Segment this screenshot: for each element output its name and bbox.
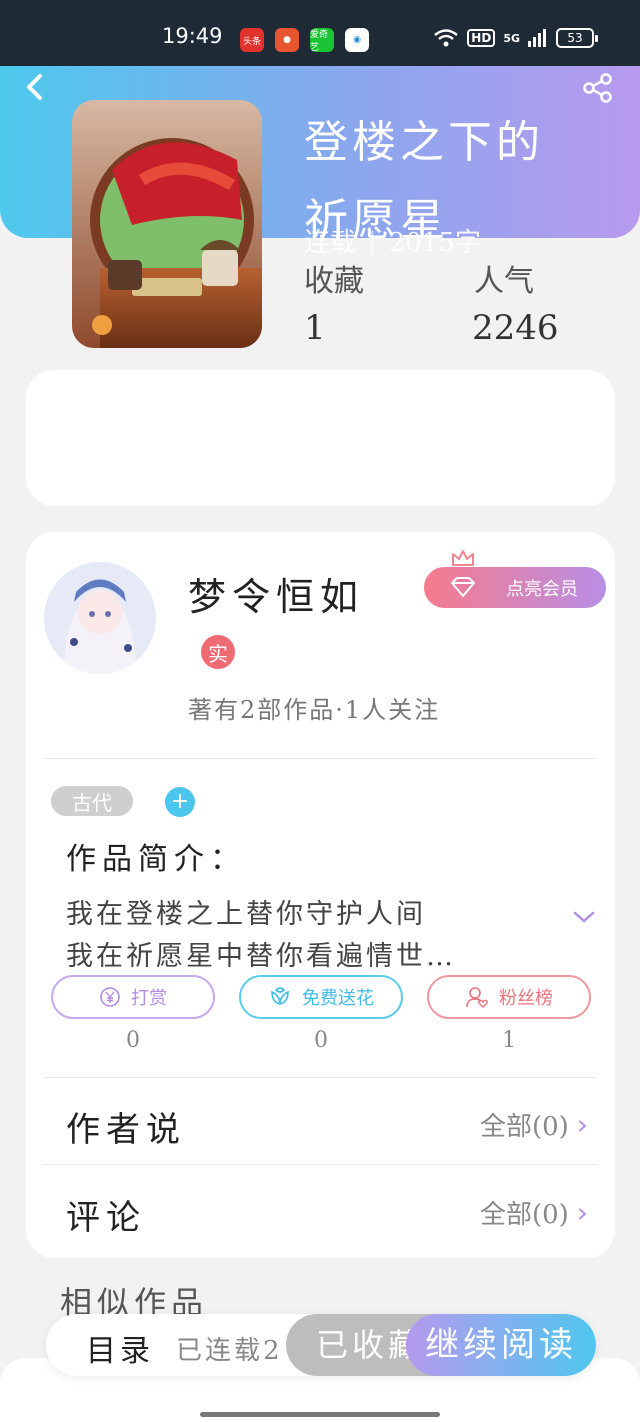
comments-title: 评论 xyxy=(66,1198,146,1238)
yen-icon xyxy=(100,987,120,1007)
tip-button[interactable]: 打赏 xyxy=(51,975,215,1019)
fans-count: 1 xyxy=(502,1028,516,1053)
plus-icon: + xyxy=(170,789,190,814)
author-name[interactable]: 梦令恒如 xyxy=(188,566,364,621)
fans-rank-button-label: 粉丝榜 xyxy=(499,988,553,1009)
divider xyxy=(44,758,596,759)
status-time: 19:49 xyxy=(162,24,223,48)
chevron-right-icon: › xyxy=(576,1108,588,1141)
empty-card xyxy=(26,370,615,506)
signal-icon xyxy=(528,29,546,47)
book-word-count: 2015字 xyxy=(388,228,481,258)
comments-all-link[interactable]: 全部(0) › xyxy=(480,1194,588,1231)
send-flower-button[interactable]: 免费送花 xyxy=(239,975,403,1019)
back-button[interactable] xyxy=(22,70,52,104)
comments-all-label: 全部(0) xyxy=(479,1200,569,1230)
meta-separator: | xyxy=(368,228,377,258)
flower-count: 0 xyxy=(314,1028,328,1053)
real-name-badge: 实 xyxy=(201,635,235,669)
news-app-icon: ● xyxy=(275,28,299,52)
popularity-label: 人气 xyxy=(474,264,534,299)
battery-icon: 53 xyxy=(556,28,598,48)
hd-icon: HD xyxy=(467,29,496,47)
bottom-action-bar: 目录 已连载2 已收藏 继续阅读 xyxy=(46,1314,596,1376)
popularity-value: 2246 xyxy=(472,308,559,348)
fans-rank-button[interactable]: 粉丝榜 xyxy=(427,975,591,1019)
toc-button[interactable]: 目录 xyxy=(86,1326,154,1370)
vip-button[interactable]: 点亮会员 xyxy=(424,567,606,608)
share-icon xyxy=(583,73,612,103)
author-says-all-label: 全部(0) xyxy=(479,1112,569,1142)
signal-5g-label: 5G xyxy=(503,31,520,45)
author-avatar[interactable] xyxy=(44,562,156,674)
continue-reading-button[interactable]: 继续阅读 xyxy=(406,1314,596,1376)
book-cover-image xyxy=(72,100,262,348)
tip-count: 0 xyxy=(126,1028,140,1053)
genre-tag[interactable]: 古代 xyxy=(51,786,133,816)
author-avatar-image xyxy=(44,562,156,674)
intro-heading: 作品简介： xyxy=(66,842,246,877)
fans-icon xyxy=(466,987,489,1008)
share-button[interactable] xyxy=(582,72,614,104)
toutiao-app-icon: 头条 xyxy=(240,28,264,52)
divider xyxy=(44,1077,596,1078)
author-says-all-link[interactable]: 全部(0) › xyxy=(480,1106,588,1143)
serial-status: 已连载2 xyxy=(176,1336,283,1366)
book-status: 连载 xyxy=(304,228,357,258)
collect-label: 收藏 xyxy=(304,264,364,299)
wifi-icon xyxy=(434,29,459,47)
intro-line: 我在登楼之上替你守护人间 xyxy=(66,899,426,930)
tip-button-label: 打赏 xyxy=(131,988,167,1009)
vip-button-label: 点亮会员 xyxy=(506,578,578,600)
chevron-right-icon: › xyxy=(576,1196,588,1229)
diamond-icon xyxy=(451,577,475,597)
flower-icon xyxy=(271,987,289,1005)
back-arrow-icon xyxy=(27,74,42,100)
book-title-line1: 登楼之下的 xyxy=(304,117,544,168)
author-stats: 著有2部作品·1人关注 xyxy=(188,696,441,724)
iqiyi-app-icon: 爱奇艺 xyxy=(310,28,334,53)
send-flower-button-label: 免费送花 xyxy=(302,988,374,1009)
book-meta: 连载 | 2015字 xyxy=(304,222,481,259)
collect-value: 1 xyxy=(304,308,326,348)
author-says-title: 作者说 xyxy=(66,1110,186,1150)
status-bar: 19:49 头条 ● 爱奇艺 ◉ HD 5G 53 xyxy=(0,0,640,66)
divider xyxy=(44,1164,596,1165)
crown-icon xyxy=(452,550,474,566)
intro-line: 我在祈愿星中替你看遍情世… xyxy=(66,941,456,972)
chevron-down-icon[interactable] xyxy=(572,908,596,926)
add-tag-button[interactable]: + xyxy=(165,787,195,817)
home-indicator[interactable] xyxy=(200,1412,440,1417)
book-cover[interactable] xyxy=(72,100,262,348)
status-indicators: HD 5G 53 xyxy=(433,28,598,48)
browser-app-icon: ◉ xyxy=(345,28,369,52)
